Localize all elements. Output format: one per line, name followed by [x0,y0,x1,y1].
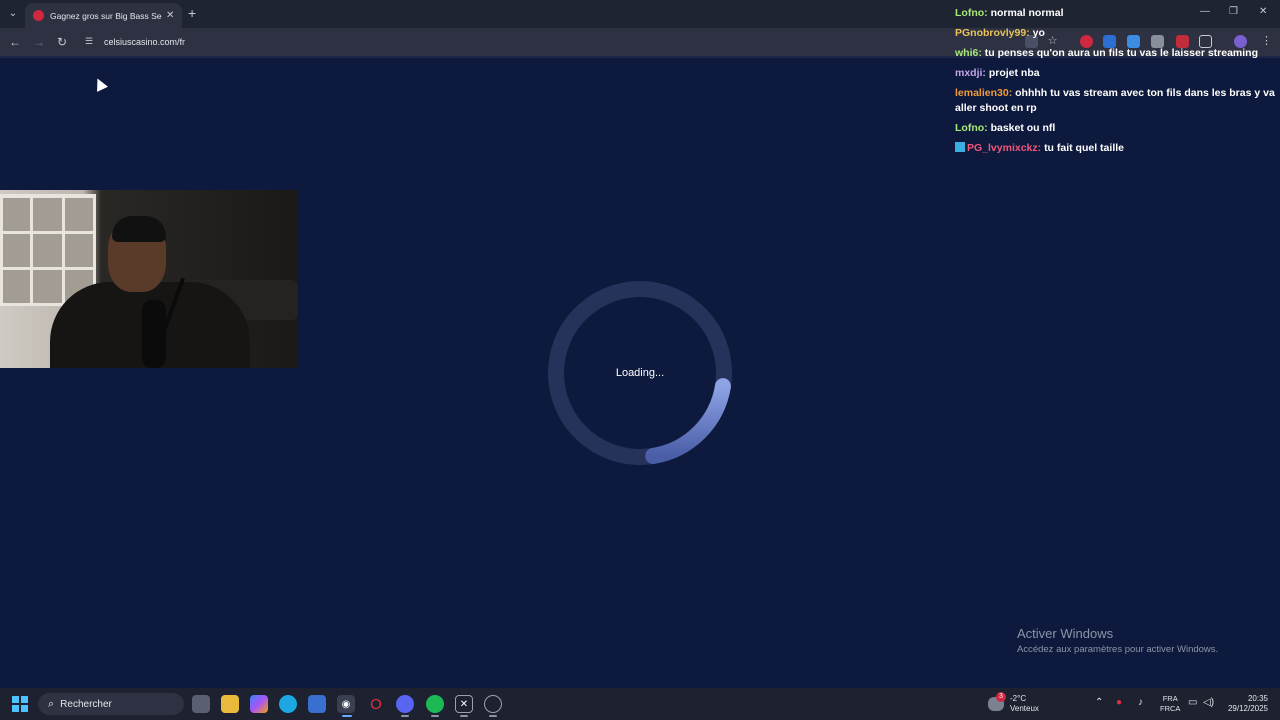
clock-time: 20:35 [1247,694,1268,703]
chat-username[interactable]: PG_lvymixckz: [967,142,1041,154]
chat-message: mxdji: projet nba [955,66,1275,81]
reload-icon[interactable]: ↻ [54,34,70,50]
network-icon[interactable]: ▭ [1188,697,1197,708]
mouse-cursor-icon [92,75,108,92]
forward-arrow-icon[interactable]: → [31,34,47,50]
windows-taskbar: ⌕ Rechercher ◉ O ✕ 3 -2°C Venteux ⌃ ● ♪ … [0,688,1280,720]
file-explorer-icon[interactable] [221,695,239,713]
browser-tab[interactable]: Gagnez gros sur Big Bass Secre ✕ [25,3,182,28]
chat-text: tu penses qu'on aura un fils tu vas le l… [984,47,1259,59]
store-icon[interactable] [308,695,326,713]
chat-username[interactable]: Lofno: [955,7,988,19]
system-clock[interactable]: 20:35 29/12/2025 [1222,694,1268,714]
back-arrow-icon[interactable]: ← [7,34,23,50]
discord-icon[interactable] [396,695,414,713]
spinner-progress-arc [645,378,731,464]
search-icon: ⌕ [48,697,55,710]
loading-text: Loading... [615,367,665,379]
chat-badge-icon [955,142,965,152]
weather-badge: 3 [996,692,1006,702]
webcam-overlay [0,190,298,368]
chat-username[interactable]: mxdji: [955,67,986,79]
chat-message: Lofno: basket ou nfl [955,121,1275,136]
chat-text: yo [1032,27,1045,39]
taskbar-search[interactable]: ⌕ Rechercher [38,693,184,715]
copilot-icon[interactable] [250,695,268,713]
new-tab-button[interactable]: + [188,6,196,20]
search-label: Rechercher [60,698,112,710]
chat-message: lemalien30: ohhhh tu vas stream avec ton… [955,86,1275,116]
chat-username[interactable]: PGnobrovly99: [955,27,1030,39]
app-x-icon[interactable]: ✕ [455,695,473,713]
chat-username[interactable]: lemalien30: [955,87,1012,99]
volume-icon[interactable]: ◁) [1203,697,1214,708]
chat-message: PGnobrovly99: yo [955,26,1275,41]
tab-close-icon[interactable]: ✕ [166,10,174,21]
chrome-icon[interactable]: ◉ [337,695,355,713]
chat-username[interactable]: Lofno: [955,122,988,134]
windows-start-icon[interactable] [12,696,28,712]
activation-subtitle: Accédez aux paramètres pour activer Wind… [1017,644,1219,655]
chat-message: whi6: tu penses qu'on aura un fils tu va… [955,46,1275,61]
loading-spinner: Loading... [548,281,732,465]
chat-text: basket ou nfl [990,122,1056,134]
address-bar[interactable]: celsiuscasino.com/fr [104,37,185,47]
site-info-icon[interactable]: ☰ [85,36,97,48]
tray-chevron-up-icon[interactable]: ⌃ [1095,697,1103,708]
weather-widget[interactable]: 3 -2°C Venteux [988,692,1039,714]
weather-temp: -2°C [1010,694,1027,703]
weather-desc: Venteux [1010,704,1039,713]
edge-icon[interactable] [279,695,297,713]
tab-search-icon[interactable]: ⌄ [5,5,21,21]
activation-watermark: Activer Windows Accédez aux paramètres p… [1017,626,1218,655]
chat-username[interactable]: whi6: [955,47,982,59]
activation-title: Activer Windows [1017,626,1114,641]
chat-message: Lofno: normal normal [955,6,1275,21]
tab-title: Gagnez gros sur Big Bass Secre [50,10,162,21]
clock-date: 29/12/2025 [1227,704,1268,713]
wind-weather-icon: 3 [988,692,1006,711]
site-favicon-icon [33,10,44,21]
microphone [142,300,166,368]
chat-text: normal normal [990,7,1064,19]
spotify-icon[interactable] [426,695,444,713]
chat-message: PG_lvymixckz: tu fait quel taille [955,141,1275,156]
tray-app-icon[interactable]: ● [1116,697,1122,708]
language-indicator[interactable]: FRA FRCA [1160,694,1180,714]
task-view-icon[interactable] [192,695,210,713]
chat-overlay: Lofno: normal normal PGnobrovly99: yo whi6… [955,6,1275,161]
streamer-cap [112,216,166,242]
opera-icon[interactable]: O [367,695,385,713]
chat-text: projet nba [988,67,1040,79]
app-refresh-icon[interactable] [484,695,502,713]
chat-text: tu fait quel taille [1044,142,1124,154]
microphone-icon[interactable]: ♪ [1138,697,1143,708]
